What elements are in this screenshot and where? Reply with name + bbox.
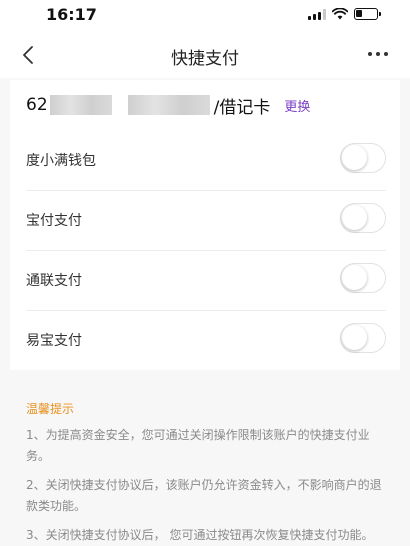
list-item-payment-method: 通联支付 — [10, 250, 400, 310]
page-title: 快捷支付 — [171, 49, 239, 69]
toggle-knob — [342, 145, 367, 170]
status-bar: 16:17 — [0, 0, 410, 30]
payment-method-toggle[interactable] — [340, 323, 386, 353]
change-card-link[interactable]: 更换 — [284, 96, 310, 115]
payment-method-label: 通联支付 — [26, 273, 82, 289]
toggle-knob — [342, 265, 367, 290]
payment-method-list: 度小满钱包 宝付支付 通联支付 易宝支付 — [10, 130, 400, 370]
nav-bar: 快捷支付 — [0, 30, 410, 78]
payment-method-label: 易宝支付 — [26, 333, 82, 349]
more-icon[interactable] — [366, 44, 390, 64]
card-number-mask — [49, 95, 112, 115]
list-item-payment-method: 易宝支付 — [10, 310, 400, 370]
payment-method-toggle[interactable] — [340, 143, 386, 173]
payment-method-toggle[interactable] — [340, 203, 386, 233]
payment-method-toggle[interactable] — [340, 263, 386, 293]
tip-item: 1、为提高资金安全，您可通过关闭操作限制该账户的快捷支付业务。 — [26, 428, 370, 463]
card-number-prefix: 62 — [26, 95, 48, 115]
status-icons — [308, 8, 381, 20]
status-time: 16:17 — [46, 5, 97, 24]
battery-icon — [354, 8, 381, 20]
bank-card-header: 62 /借记卡 更换 — [10, 80, 400, 130]
card-type-label: /借记卡 — [213, 97, 271, 118]
cellular-signal-icon — [308, 8, 326, 20]
tips-section: 温馨提示 1、为提高资金安全，您可通过关闭操作限制该账户的快捷支付业务。 2、关… — [10, 378, 400, 546]
toggle-knob — [342, 205, 367, 230]
card-number-mask — [127, 95, 210, 115]
toggle-knob — [342, 325, 367, 350]
payment-method-label: 度小满钱包 — [26, 153, 96, 169]
list-item-payment-method: 度小满钱包 — [10, 130, 400, 190]
payment-method-label: 宝付支付 — [26, 213, 82, 229]
tip-item: 3、关闭快捷支付协议后， 您可通过按钮再次恢复快捷支付功能。 — [26, 528, 374, 542]
tips-title: 温馨提示 — [26, 402, 75, 416]
tip-item: 2、关闭快捷支付协议后，该账户仍允许资金转入，不影响商户的退款类功能。 — [26, 478, 382, 513]
list-item-payment-method: 宝付支付 — [10, 190, 400, 250]
wifi-icon — [332, 8, 348, 20]
